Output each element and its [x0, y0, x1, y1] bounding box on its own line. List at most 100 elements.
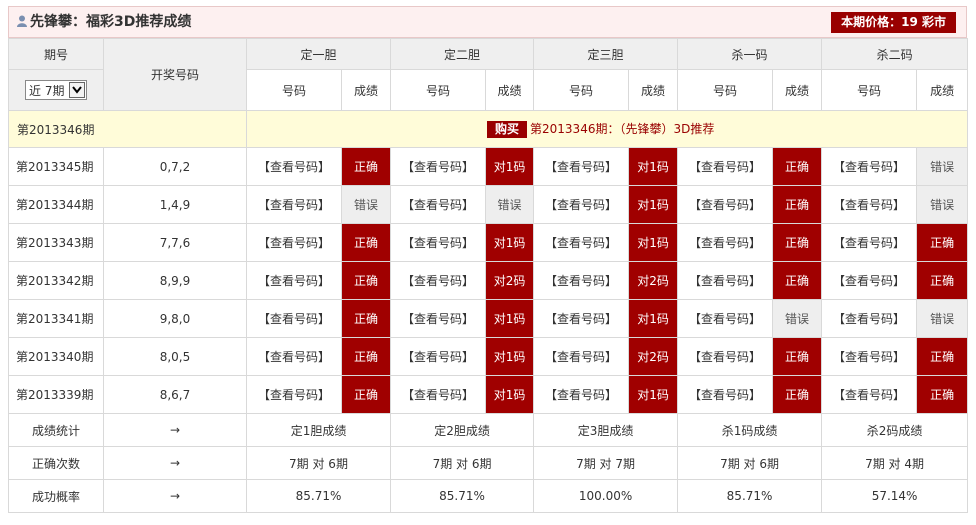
- view-code-link[interactable]: 【查看号码】: [533, 185, 630, 224]
- view-code-link[interactable]: 【查看号码】: [390, 185, 487, 224]
- view-code-link[interactable]: 【查看号码】: [677, 337, 774, 376]
- draw-number-cell: 8,0,5: [103, 337, 247, 376]
- panel-title: 先锋攀：福彩3D推荐成绩: [17, 7, 191, 37]
- view-code-link[interactable]: 【查看号码】: [821, 375, 918, 414]
- view-code-link[interactable]: 【查看号码】: [821, 299, 918, 338]
- result-miss: 错误: [772, 299, 823, 338]
- view-code-link[interactable]: 【查看号码】: [533, 375, 630, 414]
- view-code-link[interactable]: 【查看号码】: [821, 261, 918, 300]
- view-code-link[interactable]: 【查看号码】: [677, 299, 774, 338]
- buy-button[interactable]: 购买: [487, 121, 528, 138]
- table-row: 第2013345期 0,7,2 【查看号码】 正确 【查看号码】 对1码 【查看号码】 对1码…: [8, 147, 969, 186]
- view-code-link[interactable]: 【查看号码】: [821, 337, 918, 376]
- stats-value: 定1胆成绩: [245, 413, 392, 447]
- table-row: 第2013342期 8,9,9 【查看号码】 正确 【查看号码】 对2码 【查看号码】 对2码…: [8, 261, 969, 300]
- result-hit: 正确: [772, 185, 823, 224]
- view-code-link[interactable]: 【查看号码】: [390, 261, 487, 300]
- stats-value: 57.14%: [821, 479, 969, 513]
- code-subheader: 号码: [390, 69, 487, 111]
- view-code-link[interactable]: 【查看号码】: [533, 223, 630, 262]
- current-period: 第2013346期: [8, 110, 247, 148]
- stats-row: 成绩统计 → 定1胆成绩 定2胆成绩 定3胆成绩 杀1码成绩 杀2码成绩: [8, 413, 969, 447]
- view-code-link[interactable]: 【查看号码】: [533, 147, 630, 186]
- view-code-link[interactable]: 【查看号码】: [677, 147, 774, 186]
- result-hit: 对2码: [485, 261, 535, 300]
- result-hit: 正确: [772, 147, 823, 186]
- period-filter-value: 近 7期: [29, 84, 65, 98]
- draw-number-cell: 0,7,2: [103, 147, 247, 186]
- stats-label: 正确次数: [8, 446, 104, 480]
- view-code-link[interactable]: 【查看号码】: [390, 147, 487, 186]
- view-code-link[interactable]: 【查看号码】: [821, 223, 918, 262]
- result-hit: 对1码: [485, 223, 535, 262]
- view-code-link[interactable]: 【查看号码】: [246, 337, 342, 376]
- table-row: 第2013341期 9,8,0 【查看号码】 正确 【查看号码】 对1码 【查看号码】 对1码…: [8, 299, 969, 338]
- stats-value: 85.71%: [390, 479, 535, 513]
- result-miss: 错误: [916, 185, 969, 224]
- stats-value: 7期 对 6期: [390, 446, 535, 480]
- stats-row: 正确次数 → 7期 对 6期 7期 对 6期 7期 对 7期 7期 对 6期 7期 对 4期: [8, 446, 969, 480]
- view-code-link[interactable]: 【查看号码】: [677, 223, 774, 262]
- view-code-link[interactable]: 【查看号码】: [246, 375, 342, 414]
- period-cell: 第2013341期: [8, 299, 104, 338]
- result-hit: 对1码: [485, 337, 535, 376]
- view-code-link[interactable]: 【查看号码】: [821, 185, 918, 224]
- view-code-link[interactable]: 【查看号码】: [246, 185, 342, 224]
- stats-row: 成功概率 → 85.71% 85.71% 100.00% 85.71% 57.14%: [8, 479, 969, 513]
- view-code-link[interactable]: 【查看号码】: [246, 299, 342, 338]
- result-hit: 正确: [772, 223, 823, 262]
- stats-value: 7期 对 7期: [533, 446, 679, 480]
- result-hit: 正确: [772, 261, 823, 300]
- period-cell: 第2013343期: [8, 223, 104, 262]
- view-code-link[interactable]: 【查看号码】: [246, 223, 342, 262]
- stats-label: 成功概率: [8, 479, 104, 513]
- table-row: 第2013344期 1,4,9 【查看号码】 错误 【查看号码】 错误 【查看号码】 对1码【…: [8, 185, 969, 224]
- view-code-link[interactable]: 【查看号码】: [677, 185, 774, 224]
- panel-title-text: 先锋攀：福彩3D推荐成绩: [30, 14, 192, 30]
- result-hit: 对1码: [628, 375, 679, 414]
- draw-number-cell: 8,6,7: [103, 375, 247, 414]
- view-code-link[interactable]: 【查看号码】: [533, 299, 630, 338]
- group-header: 杀二码: [821, 38, 969, 70]
- view-code-link[interactable]: 【查看号码】: [246, 147, 342, 186]
- view-code-link[interactable]: 【查看号码】: [533, 261, 630, 300]
- user-icon: [17, 8, 27, 27]
- result-hit: 正确: [916, 223, 969, 262]
- view-code-link[interactable]: 【查看号码】: [246, 261, 342, 300]
- table-row: 第2013343期 7,7,6 【查看号码】 正确 【查看号码】 对1码 【查看号码】 对1码…: [8, 223, 969, 262]
- current-period-row: 第2013346期 购买 第2013346期：（先锋攀）3D推荐: [8, 110, 969, 148]
- result-hit: 对1码: [485, 375, 535, 414]
- group-header: 定一胆: [245, 38, 392, 70]
- result-subheader: 成绩: [628, 69, 679, 111]
- result-hit: 正确: [916, 261, 969, 300]
- result-hit: 对1码: [628, 223, 679, 262]
- result-hit: 正确: [340, 375, 392, 414]
- view-code-link[interactable]: 【查看号码】: [390, 299, 487, 338]
- view-code-link[interactable]: 【查看号码】: [390, 337, 487, 376]
- chevron-down-icon[interactable]: [69, 82, 85, 98]
- result-hit: 正确: [340, 223, 392, 262]
- view-code-link[interactable]: 【查看号码】: [677, 261, 774, 300]
- period-filter-select[interactable]: 近 7期: [25, 80, 87, 100]
- result-hit: 对1码: [628, 147, 679, 186]
- code-subheader: 号码: [821, 69, 918, 111]
- draw-number-cell: 7,7,6: [103, 223, 247, 262]
- period-cell: 第2013342期: [8, 261, 104, 300]
- result-subheader: 成绩: [772, 69, 823, 111]
- stats-value: 7期 对 6期: [677, 446, 823, 480]
- view-code-link[interactable]: 【查看号码】: [677, 375, 774, 414]
- result-hit: 正确: [340, 261, 392, 300]
- view-code-link[interactable]: 【查看号码】: [390, 375, 487, 414]
- period-header: 期号: [8, 38, 104, 70]
- current-recommend-link[interactable]: 第2013346期：（先锋攀）3D推荐: [530, 122, 714, 136]
- current-buy-cell: 购买 第2013346期：（先锋攀）3D推荐: [245, 110, 969, 148]
- result-hit: 对2码: [628, 261, 679, 300]
- title-bar: 先锋攀：福彩3D推荐成绩 本期价格：19 彩市: [8, 6, 967, 38]
- stats-value: 定2胆成绩: [390, 413, 535, 447]
- view-code-link[interactable]: 【查看号码】: [821, 147, 918, 186]
- arrow-icon: →: [103, 446, 247, 480]
- view-code-link[interactable]: 【查看号码】: [390, 223, 487, 262]
- view-code-link[interactable]: 【查看号码】: [533, 337, 630, 376]
- arrow-icon: →: [103, 413, 247, 447]
- code-subheader: 号码: [677, 69, 774, 111]
